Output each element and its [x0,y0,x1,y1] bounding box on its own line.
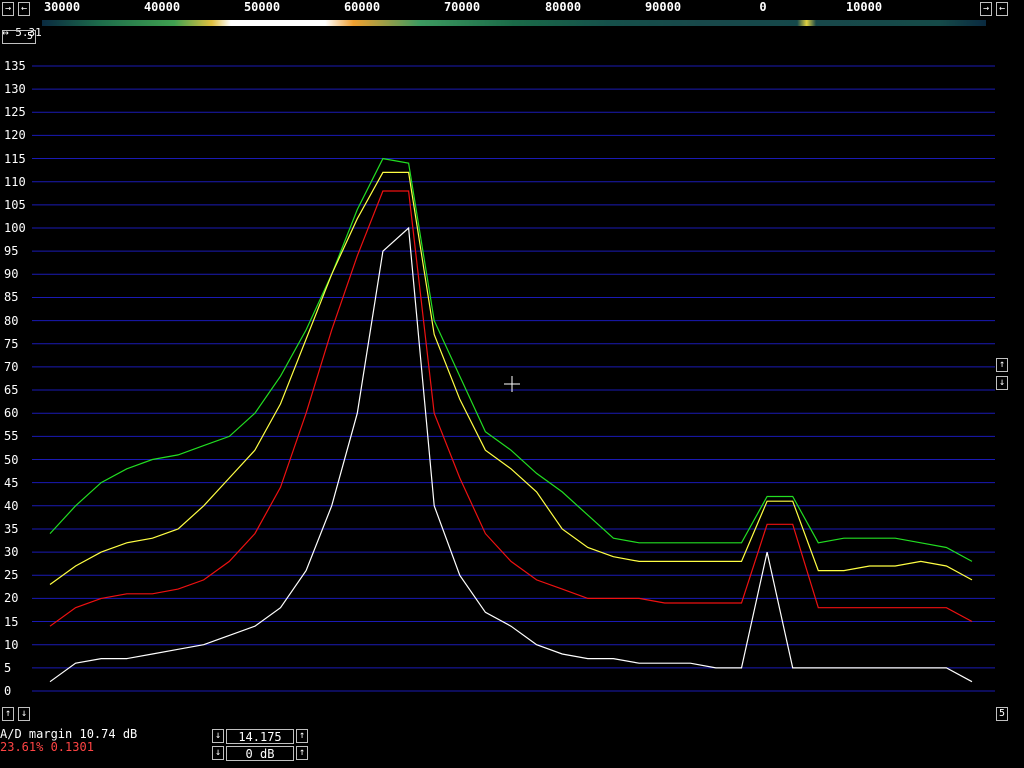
arrow-down-icon: ↓ [214,730,222,741]
arrow-down-icon: ↓ [20,708,28,719]
gain-up-button[interactable]: ↑ [296,746,308,760]
arrow-up-icon: ↑ [998,359,1006,370]
right-bottom-box[interactable]: 5 [996,707,1008,721]
spectrum-line-white [49,226,973,683]
zoom-up-button[interactable]: ↑ [996,358,1008,372]
zoom-down-button[interactable]: ↓ [996,376,1008,390]
red-status-line: 23.61% 0.1301 [0,740,94,754]
gain-down-button[interactable]: ↓ [212,746,224,760]
center-control-box: ↓ 14.175 ↑ ↓ 0 dB ↑ [212,729,308,763]
spectrum-line-red [49,190,973,627]
spectrum-line-yellow [49,171,973,585]
right-box-value: 5 [998,708,1006,719]
spectrum-plot[interactable] [0,0,1024,768]
freq-up-button[interactable]: ↑ [296,729,308,743]
arrow-up-icon: ↑ [298,747,306,758]
level-down-button[interactable]: ↓ [18,707,30,721]
freq-field[interactable]: 14.175 [226,729,294,744]
spectrum-line-green [49,157,973,562]
arrow-up-icon: ↑ [4,708,12,719]
level-up-button[interactable]: ↑ [2,707,14,721]
freq-down-button[interactable]: ↓ [212,729,224,743]
ad-margin-status: A/D margin 10.74 dB [0,727,138,741]
arrow-up-icon: ↑ [298,730,306,741]
arrow-down-icon: ↓ [998,377,1006,388]
gain-field[interactable]: 0 dB [226,746,294,761]
arrow-down-icon: ↓ [214,747,222,758]
grid-lines [32,65,995,692]
series-lines [49,157,973,683]
